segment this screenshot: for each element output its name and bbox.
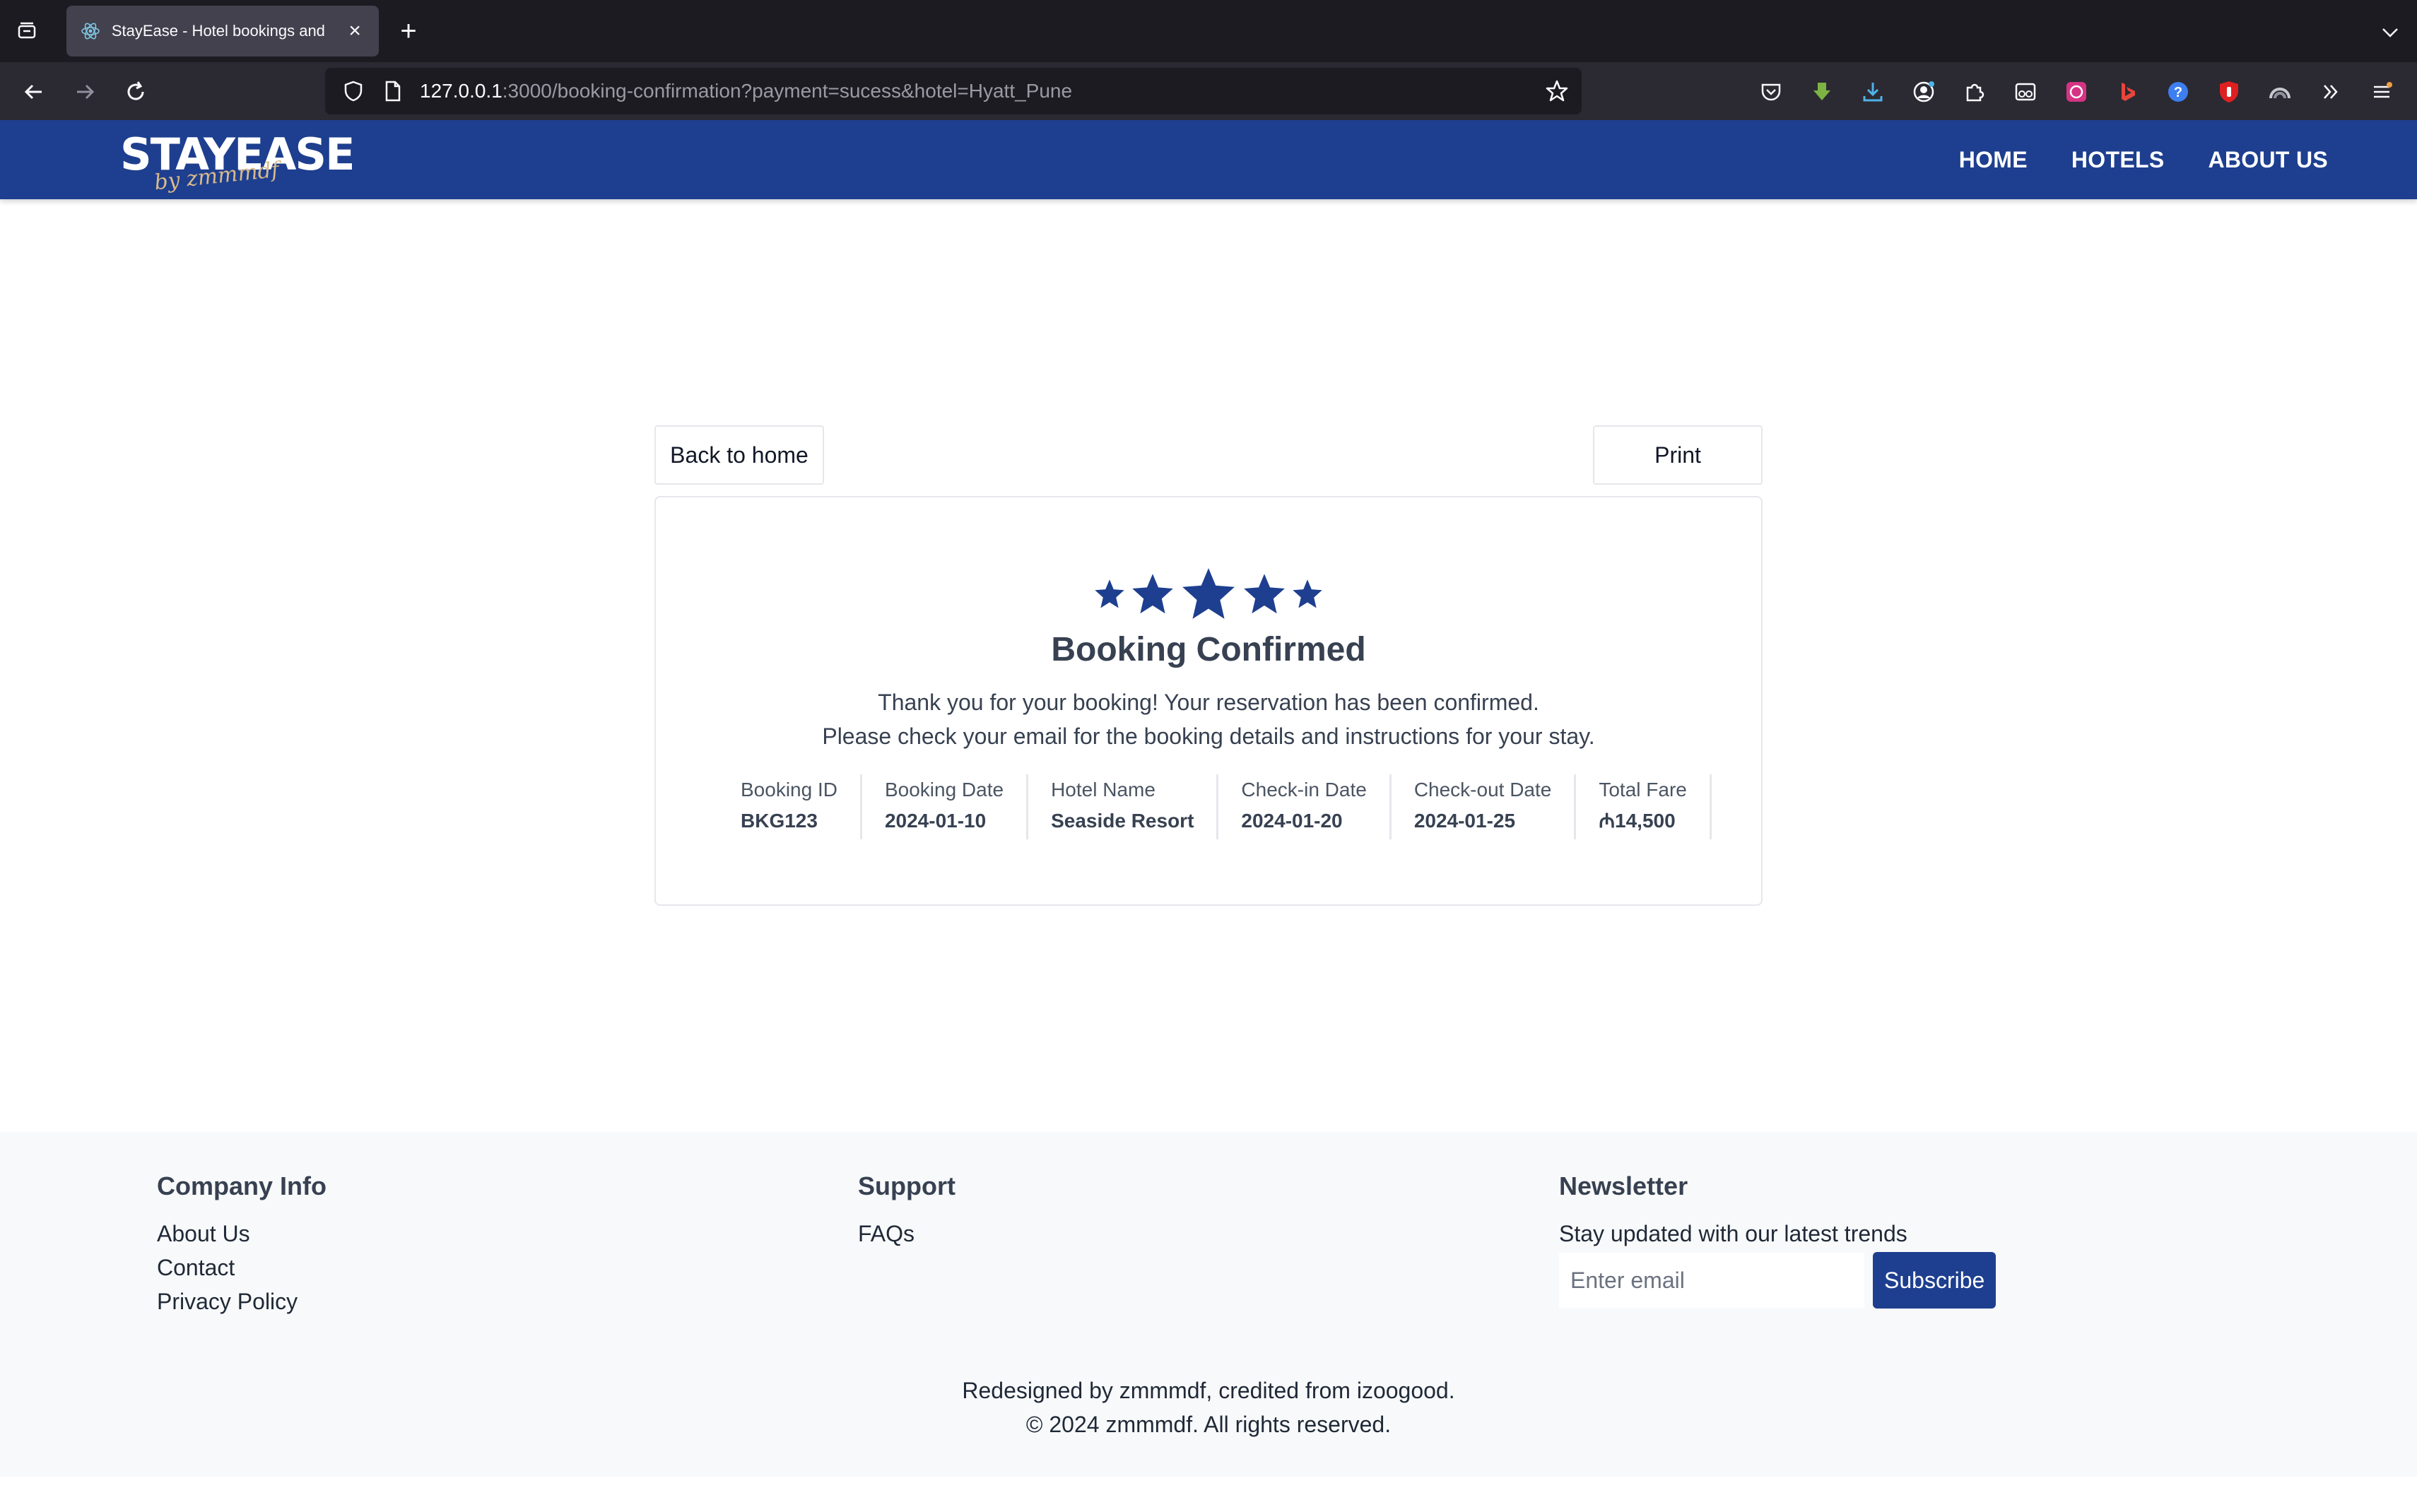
footer-heading: Company Info xyxy=(157,1171,327,1200)
detail-value: 2024-01-10 xyxy=(884,810,987,832)
rainbow-icon[interactable] xyxy=(2264,76,2295,107)
browser-tab[interactable]: StayEase - Hotel bookings and × xyxy=(66,6,379,57)
booking-details: Booking ID BKG123 Booking Date 2024-01-1… xyxy=(732,774,1712,839)
footer-link-faqs[interactable]: FAQs xyxy=(858,1217,955,1251)
detail-value: Seaside Resort xyxy=(1051,810,1194,832)
footer-link-about-us[interactable]: About Us xyxy=(157,1217,327,1251)
star-icon xyxy=(1095,579,1124,608)
star-icon xyxy=(1244,574,1285,614)
back-arrow-icon[interactable] xyxy=(18,76,49,107)
star-icon xyxy=(1293,579,1322,608)
bookmark-star-icon[interactable] xyxy=(1542,76,1572,106)
main-menu: HOME HOTELS ABOUT US xyxy=(1959,120,2328,199)
detail-booking-date: Booking Date 2024-01-10 xyxy=(862,774,1029,839)
footer-heading: Newsletter xyxy=(1559,1171,1688,1200)
extensions-icon[interactable] xyxy=(1959,76,1990,107)
detail-label: Booking ID xyxy=(741,779,837,801)
detail-value: 2024-01-20 xyxy=(1241,810,1343,832)
ai-extension-icon[interactable] xyxy=(2061,76,2092,107)
bing-icon[interactable] xyxy=(2112,76,2143,107)
plus-icon[interactable]: + xyxy=(393,17,424,48)
app-menu-icon[interactable] xyxy=(2366,76,2397,107)
url-text: 127.0.0.1:3000/booking-confirmation?paym… xyxy=(420,80,1073,102)
react-favicon-icon xyxy=(79,20,102,42)
shield-icon[interactable] xyxy=(339,77,367,105)
nav-hotels-link[interactable]: HOTELS xyxy=(2071,147,2165,173)
star-rating xyxy=(656,565,1761,623)
confirmation-message-line-1: Thank you for your booking! Your reserva… xyxy=(878,690,1539,715)
detail-label: Total Fare xyxy=(1599,779,1687,801)
booking-confirmation-card: Booking Confirmed Thank you for your boo… xyxy=(654,496,1763,906)
downloads-icon[interactable] xyxy=(1857,76,1888,107)
site-header: STAYEASE by zmmmdf HOME HOTELS ABOUT US xyxy=(0,120,2417,199)
pocket-icon[interactable] xyxy=(1756,76,1787,107)
confirmation-message: Thank you for your booking! Your reserva… xyxy=(656,685,1761,753)
footer-link-contact[interactable]: Contact xyxy=(157,1251,327,1284)
footer-copyright: © 2024 zmmmdf. All rights reserved. xyxy=(1025,1412,1392,1437)
reader-glasses-icon[interactable] xyxy=(2010,76,2041,107)
detail-label: Check-in Date xyxy=(1241,779,1367,801)
confirmation-title: Booking Confirmed xyxy=(1051,631,1366,668)
newsletter-text: Stay updated with our latest trends xyxy=(1559,1221,1907,1246)
detail-label: Booking Date xyxy=(884,779,1004,801)
svg-text:?: ? xyxy=(2174,85,2182,100)
chevron-down-icon[interactable] xyxy=(2376,18,2404,47)
tab-list-icon[interactable] xyxy=(13,17,41,45)
footer-link-privacy-policy[interactable]: Privacy Policy xyxy=(157,1284,327,1318)
url-bar[interactable]: 127.0.0.1:3000/booking-confirmation?paym… xyxy=(325,68,1582,114)
footer-heading: Support xyxy=(858,1171,955,1200)
detail-value: ₼14,500 xyxy=(1599,810,1676,832)
subscribe-button[interactable]: Subscribe xyxy=(1873,1252,1996,1309)
overflow-chevrons-icon[interactable] xyxy=(2315,76,2346,107)
browser-tab-bar: StayEase - Hotel bookings and × + xyxy=(0,0,2417,62)
detail-label: Check-out Date xyxy=(1413,779,1552,801)
footer-company-info: Company Info About Us Contact Privacy Po… xyxy=(157,1171,327,1318)
star-icon xyxy=(1132,574,1173,614)
ublock-icon[interactable] xyxy=(2213,76,2245,107)
newsletter-form: Subscribe xyxy=(1559,1252,1996,1309)
nav-home-link[interactable]: HOME xyxy=(1959,147,2028,173)
browser-nav-bar: 127.0.0.1:3000/booking-confirmation?paym… xyxy=(0,62,2417,120)
confirmation-message-line-2: Please check your email for the booking … xyxy=(822,723,1595,749)
forward-arrow-icon[interactable] xyxy=(69,76,100,107)
newsletter-email-input[interactable] xyxy=(1559,1253,1864,1308)
footer-support: Support FAQs xyxy=(858,1171,955,1251)
reload-icon[interactable] xyxy=(120,76,151,107)
detail-booking-id: Booking ID BKG123 xyxy=(732,774,862,839)
footer-newsletter: Newsletter Stay updated with our latest … xyxy=(1559,1171,1996,1309)
site-logo[interactable]: STAYEASE by zmmmdf xyxy=(120,130,355,196)
footer-credit: Redesigned by zmmmdf, credited from izoo… xyxy=(962,1378,1455,1403)
tab-title: StayEase - Hotel bookings and xyxy=(111,22,325,40)
detail-value: BKG123 xyxy=(741,810,818,832)
back-to-home-button[interactable]: Back to home xyxy=(654,425,824,485)
download-arrow-icon[interactable] xyxy=(1806,76,1837,107)
nav-about-link[interactable]: ABOUT US xyxy=(2208,147,2328,173)
detail-check-out-date: Check-out Date 2024-01-25 xyxy=(1392,774,1577,839)
account-icon[interactable] xyxy=(1908,76,1939,107)
help-icon[interactable]: ? xyxy=(2163,76,2194,107)
detail-check-in-date: Check-in Date 2024-01-20 xyxy=(1218,774,1392,839)
star-icon xyxy=(1182,568,1235,619)
detail-hotel-name: Hotel Name Seaside Resort xyxy=(1028,774,1219,839)
detail-total-fare: Total Fare ₼14,500 xyxy=(1576,774,1712,839)
site-footer: Company Info About Us Contact Privacy Po… xyxy=(0,1132,2417,1477)
page-icon[interactable] xyxy=(379,77,407,105)
detail-value: 2024-01-25 xyxy=(1413,810,1516,832)
print-button[interactable]: Print xyxy=(1593,425,1763,485)
detail-label: Hotel Name xyxy=(1051,779,1155,801)
close-icon[interactable]: × xyxy=(343,20,366,42)
footer-bottom: Redesigned by zmmmdf, credited from izoo… xyxy=(0,1374,2417,1441)
